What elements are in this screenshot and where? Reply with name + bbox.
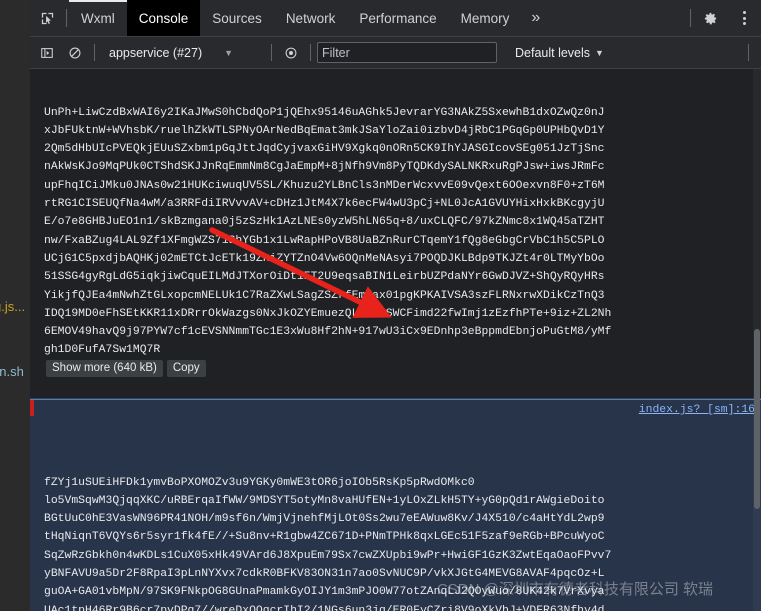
console-message-list[interactable]: UnPh+LiwCzdBxWAI6y2IKaJMwS0hCbdQoP1jQEhx… <box>30 69 761 611</box>
log-level-selector[interactable]: Default levels ▼ <box>515 46 604 60</box>
error-marker <box>30 400 34 417</box>
page-fragment-shell: on.sh <box>0 364 24 379</box>
tab-memory[interactable]: Memory <box>449 0 522 36</box>
console-filter-toolbar: appservice (#27) ▼ Default levels ▼ <box>30 37 761 69</box>
tab-label: Wxml <box>81 10 115 26</box>
execution-context-selector[interactable]: appservice (#27) ▼ <box>101 42 265 64</box>
console-scrollbar[interactable] <box>753 69 761 611</box>
tab-network[interactable]: Network <box>274 0 348 36</box>
toolbar-divider-1 <box>94 44 95 61</box>
tabbar-divider-right <box>690 9 691 27</box>
tab-label: Console <box>138 10 189 26</box>
show-console-sidebar-icon[interactable] <box>34 41 60 65</box>
chevron-down-icon: ▼ <box>595 47 604 58</box>
tab-label: Sources <box>212 10 262 26</box>
tab-label: Memory <box>460 10 510 26</box>
log-text-blob: fZYj1uSUEiHFDk1ymvBoPXOMOZv3u9YGKy0mWE3t… <box>44 476 612 611</box>
page-fragment-script: g.js... <box>0 299 26 314</box>
scrollbar-thumb[interactable] <box>754 329 760 509</box>
chevron-down-icon: ▼ <box>224 47 234 58</box>
log-text-blob: UnPh+LiwCzdBxWAI6y2IKaJMwS0hCbdQoP1jQEhx… <box>44 106 612 357</box>
tab-label: Network <box>285 10 336 26</box>
more-tabs-icon[interactable]: » <box>521 0 550 36</box>
console-message[interactable]: index.js? [sm]:16 fZYj1uSUEiHFDk1ymvBoPX… <box>30 399 761 611</box>
tabbar-right-group <box>688 0 761 36</box>
underlying-page-strip: g.js... on.sh <box>0 0 30 611</box>
tab-console[interactable]: Console <box>126 0 201 36</box>
more-tabs-label: » <box>531 9 541 26</box>
kebab-menu-icon[interactable] <box>727 0 761 36</box>
console-message[interactable]: UnPh+LiwCzdBxWAI6y2IKaJMwS0hCbdQoP1jQEhx… <box>30 69 761 400</box>
toolbar-divider-3 <box>310 44 311 61</box>
tab-sources[interactable]: Sources <box>200 0 274 36</box>
live-expression-icon[interactable] <box>278 41 304 65</box>
source-location-link[interactable]: index.js? [sm]:16 <box>639 401 755 419</box>
kebab-dots <box>742 0 746 36</box>
tabbar-divider <box>66 9 67 27</box>
toolbar-divider-2 <box>271 44 272 61</box>
clear-console-icon[interactable] <box>62 41 88 65</box>
execution-context-value: appservice (#27) <box>109 45 203 60</box>
filter-input[interactable] <box>317 42 497 63</box>
devtools-tabbar: Wxml Console Sources Network Performance… <box>30 0 761 37</box>
devtools-panel: Wxml Console Sources Network Performance… <box>30 0 761 611</box>
tab-performance[interactable]: Performance <box>347 0 448 36</box>
copy-button[interactable]: Copy <box>166 359 206 377</box>
inspect-element-icon[interactable] <box>30 0 64 36</box>
show-more-button[interactable]: Show more (640 kB) <box>46 359 163 377</box>
gear-icon[interactable] <box>693 0 727 36</box>
log-level-label: Default levels <box>515 45 591 60</box>
tab-wxml[interactable]: Wxml <box>69 0 127 36</box>
toolbar-divider-4 <box>748 44 749 61</box>
tab-label: Performance <box>359 10 437 26</box>
